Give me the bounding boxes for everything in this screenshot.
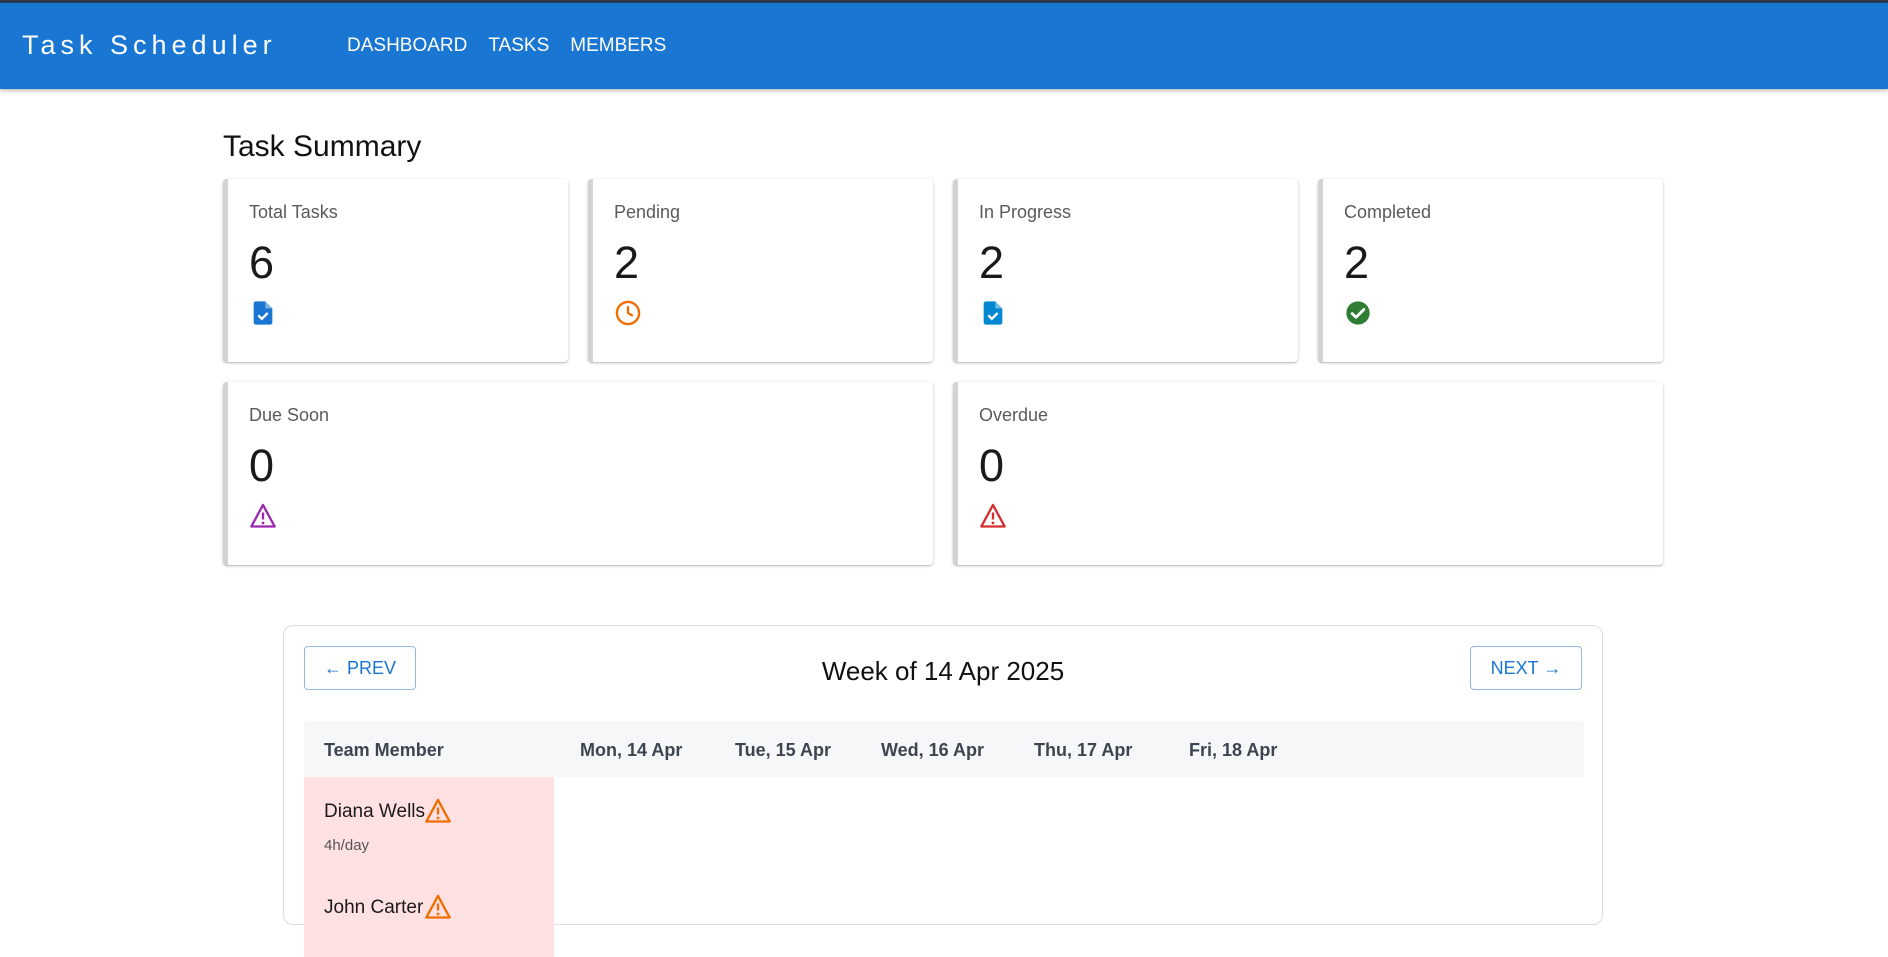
schedule-header-row: Team Member Mon, 14 Apr Tue, 15 Apr Wed,…	[304, 721, 1584, 777]
task-document-icon	[249, 299, 277, 327]
warning-icon	[424, 893, 452, 921]
card-value: 2	[1344, 237, 1370, 288]
page-title: Task Summary	[223, 130, 422, 163]
app-bar: Task Scheduler DASHBOARD TASKS MEMBERS	[0, 0, 1888, 89]
warning-icon	[979, 502, 1007, 530]
member-name: Diana Wells	[324, 801, 426, 822]
column-header-day: Fri, 18 Apr	[1189, 740, 1278, 760]
card-value: 2	[979, 237, 1005, 288]
task-document-icon	[979, 299, 1007, 327]
column-header-day: Tue, 15 Apr	[735, 740, 832, 760]
column-header-team-member: Team Member	[324, 740, 444, 760]
summary-card-in-progress: In Progress 2	[953, 179, 1298, 362]
nav-dashboard[interactable]: DASHBOARD	[347, 35, 467, 57]
card-label: Due Soon	[249, 405, 330, 425]
summary-card-completed: Completed 2	[1318, 179, 1663, 362]
summary-card-total: Total Tasks 6	[223, 179, 568, 362]
nav-tasks[interactable]: TASKS	[488, 35, 549, 57]
week-schedule-panel: ← PREV Week of 14 Apr 2025 NEXT → Team M…	[283, 625, 1603, 957]
member-hours: 4h/day	[324, 837, 370, 854]
card-label: Total Tasks	[249, 202, 338, 222]
summary-card-pending: Pending 2	[588, 179, 933, 362]
nav-members[interactable]: MEMBERS	[570, 35, 666, 57]
app-title: Task Scheduler	[22, 30, 277, 60]
card-value: 2	[614, 237, 640, 288]
summary-card-due-soon: Due Soon 0	[223, 382, 933, 565]
week-title: Week of 14 Apr 2025	[821, 656, 1065, 686]
warning-icon	[424, 797, 452, 825]
warning-icon	[249, 502, 277, 530]
column-header-day: Thu, 17 Apr	[1034, 740, 1133, 760]
card-label: Completed	[1344, 202, 1432, 222]
member-name: John Carter	[324, 897, 424, 918]
next-week-button[interactable]: NEXT →	[1470, 646, 1582, 690]
card-value: 6	[249, 237, 275, 288]
card-label: Overdue	[979, 405, 1049, 425]
clock-icon	[614, 299, 642, 327]
member-row-cell: Diana Wells 4h/day John Carter	[304, 777, 554, 957]
card-label: Pending	[614, 202, 681, 222]
column-header-day: Mon, 14 Apr	[580, 740, 683, 760]
check-circle-icon	[1344, 299, 1372, 327]
card-label: In Progress	[979, 202, 1072, 222]
column-header-day: Wed, 16 Apr	[881, 740, 985, 760]
card-value: 0	[979, 440, 1005, 491]
card-value: 0	[249, 440, 275, 491]
summary-card-overdue: Overdue 0	[953, 382, 1663, 565]
main-nav: DASHBOARD TASKS MEMBERS	[347, 35, 666, 57]
